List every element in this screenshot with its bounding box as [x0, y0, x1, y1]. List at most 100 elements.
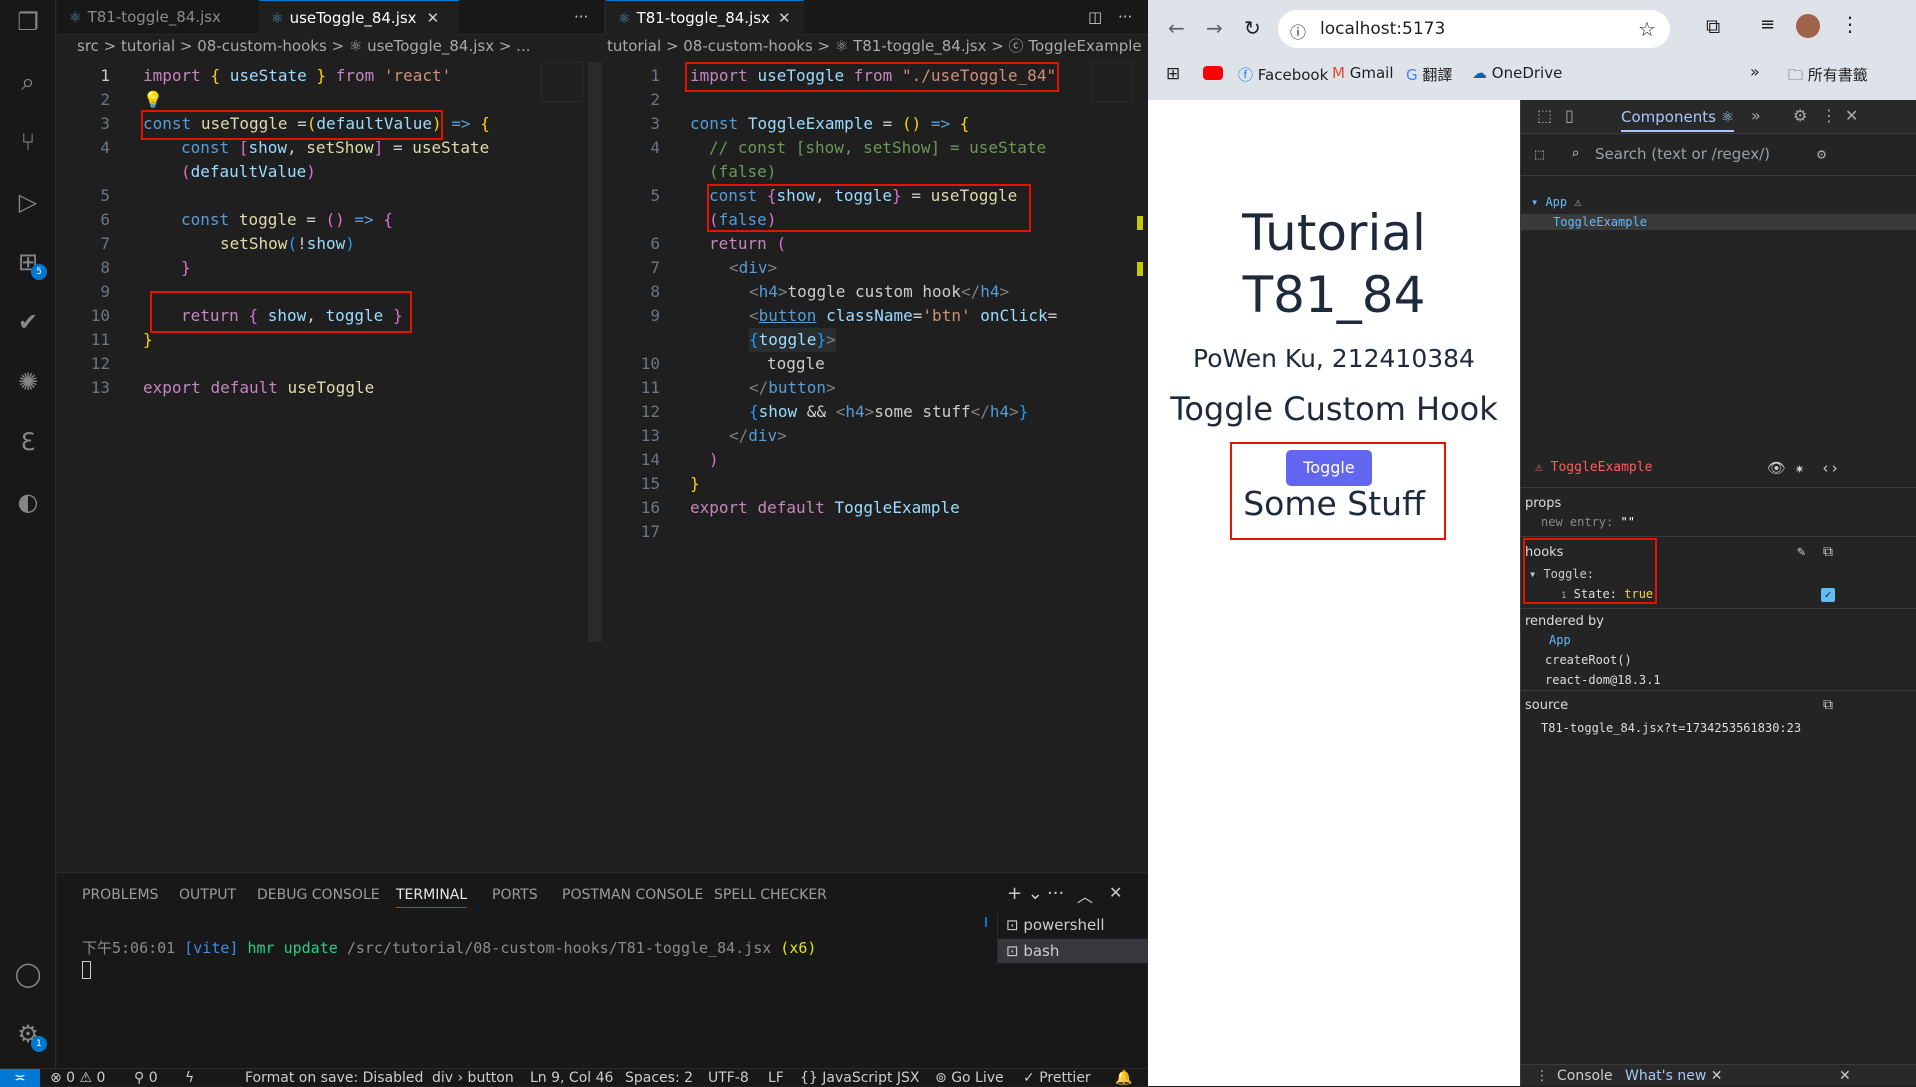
tab-t81-toggle-active[interactable]: ⚛ T81-toggle_84.jsx ✕ [606, 0, 804, 35]
format-status[interactable]: Format on save: Disabled [245, 1069, 423, 1087]
drawer-menu-icon[interactable]: ⋮ [1535, 1068, 1549, 1084]
extensions-puzzle-icon[interactable]: ⧉ [1706, 14, 1720, 38]
terminal-item-powershell[interactable]: ⊡ powershell [1006, 913, 1105, 937]
close-icon[interactable]: ✕ [1711, 1068, 1723, 1084]
split-editor-icon[interactable]: ◫ [1076, 0, 1102, 35]
panel-tab-output[interactable]: OUTPUT [179, 887, 236, 903]
select-component-icon[interactable]: ⬚ [1535, 146, 1544, 162]
copy-source-icon[interactable]: ⧉ [1823, 697, 1833, 713]
apps-grid-icon[interactable]: ⊞ [1166, 64, 1180, 84]
site-info-icon[interactable]: ⓘ [1290, 19, 1306, 43]
panel-tab-spell-checker[interactable]: SPELL CHECKER [714, 887, 827, 903]
language-status[interactable]: {} JavaScript JSX [800, 1069, 920, 1087]
new-terminal-icon[interactable]: + ⌄ [1007, 883, 1043, 904]
chatgpt-icon[interactable]: ✺ [14, 368, 42, 396]
tree-item-app[interactable]: ▾ App ⚠ [1531, 194, 1582, 210]
media-icon[interactable]: ≡ [1760, 14, 1775, 35]
device-toggle-icon[interactable]: ▯ [1565, 108, 1574, 124]
panel-tab-postman-console[interactable]: POSTMAN CONSOLE [562, 887, 703, 903]
tab-console[interactable]: Console [1557, 1068, 1613, 1084]
close-tab-icon[interactable]: ✕ [778, 9, 791, 27]
tree-item-toggleexample[interactable]: ToggleExample [1521, 214, 1916, 230]
ports-status[interactable]: ⚲ 0 [134, 1069, 158, 1087]
close-panel-icon[interactable]: ✕ [1109, 883, 1122, 902]
run-debug-icon[interactable]: ▷ [14, 188, 42, 216]
source-control-icon[interactable]: ⑂ [14, 128, 42, 156]
bookmark-facebook[interactable]: ⓕ Facebook [1238, 64, 1328, 85]
breadcrumb-right[interactable]: tutorial > 08-custom-hooks > ⚛ T81-toggl… [607, 35, 1147, 57]
maximize-panel-icon[interactable]: ︿ [1077, 883, 1093, 907]
tab-components[interactable]: Components ⚛ [1621, 109, 1735, 132]
lightning-icon[interactable]: ϟ [185, 1069, 194, 1087]
state-checkbox[interactable]: ✓ [1821, 588, 1835, 602]
remote-icon[interactable]: ≍ [0, 1069, 40, 1087]
highlight-usetoggle-call [707, 184, 1031, 232]
prettier-status[interactable]: ✓ Prettier [1023, 1069, 1091, 1087]
parse-hooks-icon[interactable]: ✎ [1797, 544, 1805, 560]
eol-status[interactable]: LF [768, 1069, 784, 1087]
rendered-by-app[interactable]: App [1549, 632, 1571, 648]
close-drawer-icon[interactable]: ✕ [1839, 1068, 1851, 1084]
terminal-output[interactable]: 下午5:06:01 [vite] hmr update /src/tutoria… [82, 937, 816, 958]
new-entry-row[interactable]: new entry: "" [1541, 514, 1635, 530]
bookmark-translate[interactable]: G 翻譯 [1406, 64, 1452, 85]
elementor-icon[interactable]: ℇ [14, 428, 42, 456]
inspect-element-icon[interactable]: ⬚ [1537, 108, 1552, 124]
profile-avatar[interactable] [1796, 14, 1820, 38]
forward-icon[interactable]: → [1206, 16, 1223, 40]
postman-icon[interactable]: ◐ [14, 488, 42, 516]
rendered-by-reactdom: react-dom@18.3.1 [1545, 673, 1661, 687]
filter-settings-icon[interactable]: ⚙ [1817, 146, 1826, 162]
terminal-item-bash[interactable]: ⊡ bash [998, 939, 1148, 963]
minimap-left[interactable] [541, 62, 583, 102]
all-bookmarks[interactable]: 🗀 所有書籤 [1788, 64, 1868, 90]
lightbulb-icon[interactable]: 💡 [143, 88, 163, 112]
address-bar[interactable]: ⓘ localhost:5173 ☆ [1278, 10, 1670, 48]
indent-status[interactable]: Spaces: 2 [625, 1069, 693, 1087]
bell-icon[interactable]: 🔔 [1115, 1069, 1132, 1087]
bookmark-gmail[interactable]: M Gmail [1332, 64, 1393, 82]
debug-bug-icon[interactable]: ✷ [1795, 460, 1804, 476]
more-bookmarks-icon[interactable]: » [1750, 62, 1760, 81]
close-tab-icon[interactable]: ✕ [427, 9, 440, 27]
breadcrumb-left[interactable]: src > tutorial > 08-custom-hooks > ⚛ use… [77, 35, 597, 57]
settings-gear-icon[interactable]: ⚙ [1793, 108, 1807, 124]
panel-tab-problems[interactable]: PROBLEMS [82, 887, 158, 903]
more-actions-icon[interactable]: ··· [1106, 0, 1132, 35]
more-actions-icon[interactable]: ··· [562, 0, 588, 35]
panel-tab-debug-console[interactable]: DEBUG CONSOLE [257, 887, 380, 903]
bookmark-onedrive[interactable]: ☁ OneDrive [1472, 64, 1562, 82]
back-icon[interactable]: ← [1168, 16, 1185, 40]
accounts-icon[interactable]: ◯ [14, 960, 42, 988]
view-source-icon[interactable]: ‹› [1821, 460, 1839, 476]
panel-tab-ports[interactable]: PORTS [492, 887, 538, 903]
bookmark-star-icon[interactable]: ☆ [1638, 17, 1656, 41]
problems-status[interactable]: ⊗ 0 ⚠ 0 [50, 1069, 105, 1087]
more-tabs-icon[interactable]: » [1751, 108, 1761, 124]
youtube-icon[interactable] [1203, 66, 1223, 80]
inspect-dom-icon[interactable]: 👁 [1767, 460, 1786, 476]
testing-icon[interactable]: ✔ [14, 308, 42, 336]
element-status[interactable]: div › button [432, 1069, 514, 1087]
encoding-status[interactable]: UTF-8 [708, 1069, 749, 1087]
minimap-right[interactable] [1092, 62, 1132, 102]
manage-gear-icon[interactable]: ⚙ 1 [14, 1020, 47, 1052]
tab-whats-new[interactable]: What's new ✕ [1625, 1068, 1723, 1084]
component-search-input[interactable]: Search (text or /regex/) [1595, 146, 1770, 162]
devtools-menu-icon[interactable]: ⋮ [1821, 108, 1837, 124]
panel-tab-terminal[interactable]: TERMINAL [396, 887, 468, 908]
extensions-icon[interactable]: ⊞ 5 [14, 248, 47, 280]
scrollbar-left[interactable] [588, 62, 602, 642]
source-file[interactable]: T81-toggle_84.jsx?t=1734253561830:23 [1541, 720, 1801, 736]
explorer-icon[interactable]: ❐ [14, 8, 42, 36]
tab-usetoggle-active[interactable]: ⚛ useToggle_84.jsx ✕ [259, 0, 459, 35]
close-devtools-icon[interactable]: ✕ [1845, 108, 1858, 124]
copy-icon[interactable]: ⧉ [1823, 544, 1833, 560]
menu-kebab-icon[interactable]: ⋮ [1840, 12, 1860, 36]
cursor-position[interactable]: Ln 9, Col 46 [530, 1069, 613, 1087]
tab-t81-toggle-inactive[interactable]: ⚛ T81-toggle_84.jsx [57, 0, 259, 35]
reload-icon[interactable]: ↻ [1244, 16, 1261, 40]
more-icon[interactable]: ··· [1047, 883, 1064, 904]
golive-status[interactable]: ⊚ Go Live [935, 1069, 1004, 1087]
search-icon[interactable]: ⌕ [14, 68, 42, 96]
